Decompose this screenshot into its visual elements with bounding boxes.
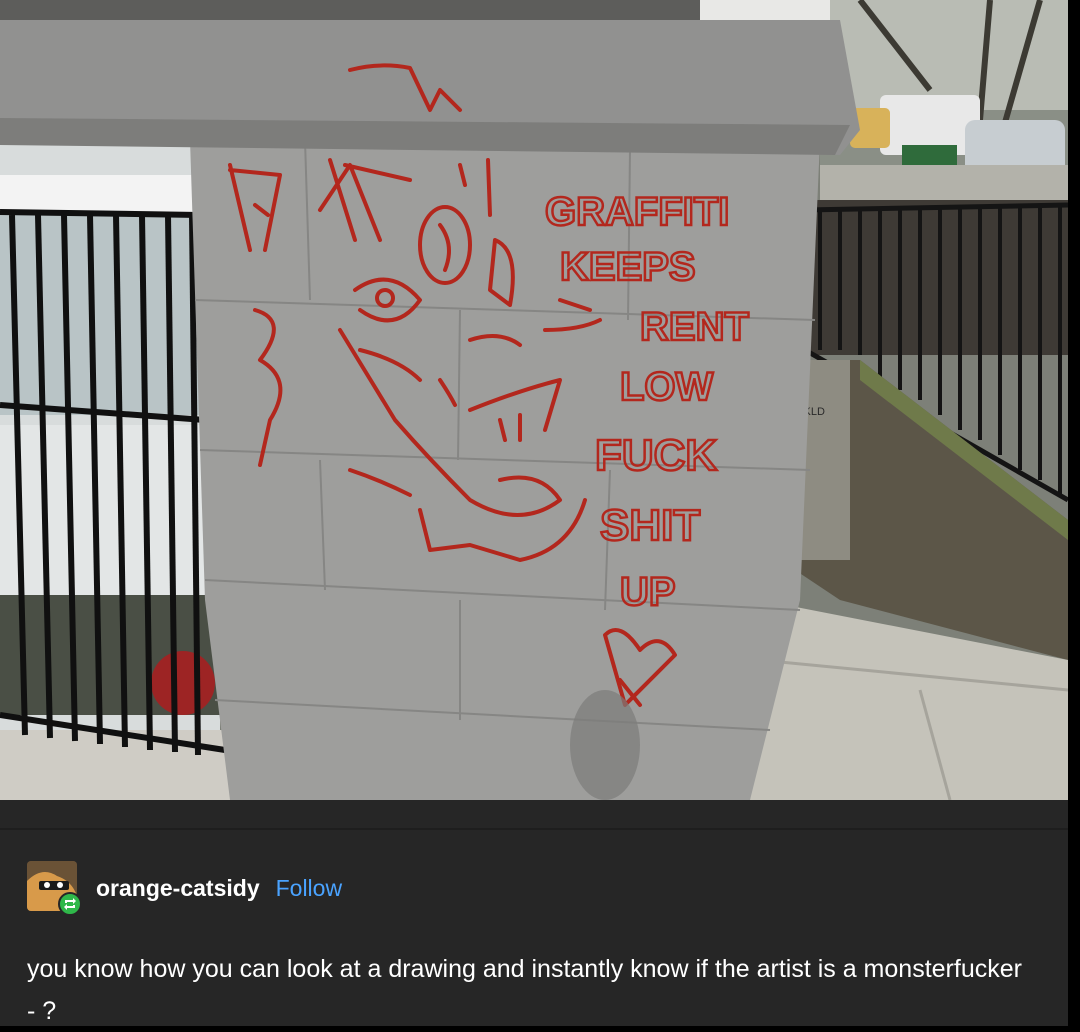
divider — [0, 828, 1068, 830]
graffiti-word-up: UP — [620, 570, 676, 614]
follow-button[interactable]: Follow — [276, 875, 342, 902]
graffiti-word-keeps: KEEPS — [560, 245, 696, 289]
post-body: you know how you can look at a drawing a… — [27, 955, 1022, 1025]
post-card: orange-catsidy Follow you know how you c… — [0, 800, 1068, 1026]
graffiti-photo: OKLD GRAFFITI KEEPS RENT LOW FUCK SHIT U… — [0, 0, 1068, 800]
graffiti-word-graffiti: GRAFFITI — [545, 190, 729, 234]
graffiti-word-rent: RENT — [640, 305, 749, 349]
graffiti-word-shit: SHIT — [600, 501, 700, 550]
graffiti-word-low: LOW — [620, 365, 714, 409]
screen-edge — [1068, 0, 1080, 1026]
post-photo[interactable]: OKLD GRAFFITI KEEPS RENT LOW FUCK SHIT U… — [0, 0, 1068, 800]
username[interactable]: orange-catsidy — [96, 875, 260, 902]
graffiti-word-fuck: FUCK — [595, 431, 717, 480]
reblog-icon — [58, 892, 82, 916]
post-header: orange-catsidy Follow — [96, 873, 342, 903]
